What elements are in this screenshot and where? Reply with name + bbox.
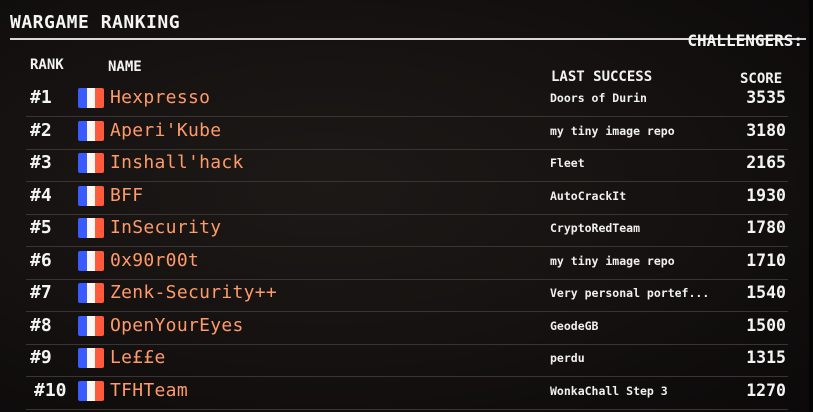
page-title: WARGAME RANKING bbox=[10, 12, 181, 33]
rank-cell: #1 bbox=[30, 87, 52, 108]
last-success-challenge: GeodeGB bbox=[550, 318, 599, 333]
france-flag-icon bbox=[78, 283, 104, 303]
score-cell: 1930 bbox=[746, 185, 786, 205]
rank-cell: #6 bbox=[30, 249, 52, 271]
score-cell: 2165 bbox=[746, 153, 786, 172]
rank-cell: #7 bbox=[30, 282, 52, 303]
score-cell: 1780 bbox=[746, 218, 786, 237]
last-success-challenge: perdu bbox=[550, 351, 585, 365]
rank-cell: #8 bbox=[30, 314, 52, 336]
table-row: #9 Le££e perdu 1315 bbox=[26, 344, 788, 377]
score-cell: 1315 bbox=[746, 348, 786, 367]
france-flag-icon bbox=[78, 348, 104, 368]
score-cell: 1500 bbox=[746, 315, 786, 335]
team-name: Hexpresso bbox=[110, 87, 211, 108]
rank-cell: #9 bbox=[30, 347, 52, 368]
team-name: TFHTeam bbox=[110, 379, 188, 401]
france-flag-icon bbox=[78, 315, 104, 336]
table-row: #1 Hexpresso Doors of Durin 3535 bbox=[26, 84, 788, 117]
table-row: #3 Inshall'hack Fleet 2165 bbox=[26, 149, 788, 182]
france-flag-icon bbox=[78, 153, 104, 173]
team-name: Inshall'hack bbox=[110, 152, 244, 173]
team-name: BFF bbox=[110, 184, 144, 206]
table-row: #2 Aperi'Kube my tiny image repo 3180 bbox=[26, 117, 788, 150]
challengers-label: CHALLENGERS: bbox=[687, 31, 803, 50]
table-row: #6 0x90r00t my tiny image repo 1710 bbox=[26, 247, 788, 280]
score-cell: 1710 bbox=[746, 250, 786, 270]
rank-cell: #2 bbox=[30, 119, 52, 141]
rank-cell: #4 bbox=[30, 184, 52, 206]
screen-edge bbox=[809, 0, 813, 412]
table-row: #7 Zenk-Security++ Very personal portef...… bbox=[26, 279, 788, 312]
last-success-challenge: Very personal portef... bbox=[550, 286, 710, 300]
last-success-challenge: my tiny image repo bbox=[550, 253, 675, 268]
rank-cell: #3 bbox=[30, 152, 52, 173]
team-name: 0x90r00t bbox=[110, 249, 200, 271]
column-header-name: NAME bbox=[108, 59, 142, 75]
france-flag-icon bbox=[78, 218, 104, 238]
last-success-challenge: WonkaChall Step 3 bbox=[550, 383, 668, 398]
rank-cell: #10 bbox=[34, 379, 67, 401]
table-row: #10 TFHTeam WonkaChall Step 3 1270 bbox=[26, 377, 788, 410]
last-success-challenge: AutoCrackIt bbox=[550, 188, 627, 203]
table-row: #5 InSecurity CryptoRedTeam 1780 bbox=[26, 214, 788, 247]
last-success-challenge: Doors of Durin bbox=[550, 91, 647, 105]
team-name: InSecurity bbox=[110, 217, 222, 238]
france-flag-icon bbox=[78, 185, 104, 206]
table-row: #4 BFF AutoCrackIt 1930 bbox=[26, 182, 788, 215]
team-name: Aperi'Kube bbox=[110, 119, 222, 141]
column-header-rank: RANK bbox=[30, 57, 64, 73]
last-success-challenge: my tiny image repo bbox=[550, 123, 675, 138]
score-cell: 1540 bbox=[746, 283, 786, 302]
score-cell: 1270 bbox=[746, 380, 786, 400]
france-flag-icon bbox=[78, 250, 104, 271]
team-name: OpenYourEyes bbox=[110, 314, 244, 336]
last-success-challenge: CryptoRedTeam bbox=[550, 221, 641, 235]
last-success-challenge: Fleet bbox=[550, 156, 585, 170]
team-name: Zenk-Security++ bbox=[110, 282, 278, 303]
score-cell: 3535 bbox=[746, 88, 786, 107]
score-cell: 3180 bbox=[746, 120, 786, 140]
scoreboard-screen: WARGAME RANKING CHALLENGERS: RANK NAME L… bbox=[0, 0, 813, 412]
france-flag-icon bbox=[78, 120, 104, 141]
table-row: #8 OpenYourEyes GeodeGB 1500 bbox=[26, 312, 788, 345]
column-header-last-success: LAST SUCCESS bbox=[551, 69, 653, 85]
rank-cell: #5 bbox=[30, 217, 52, 238]
team-name: Le££e bbox=[110, 347, 166, 368]
france-flag-icon bbox=[78, 380, 104, 401]
france-flag-icon bbox=[78, 88, 104, 108]
